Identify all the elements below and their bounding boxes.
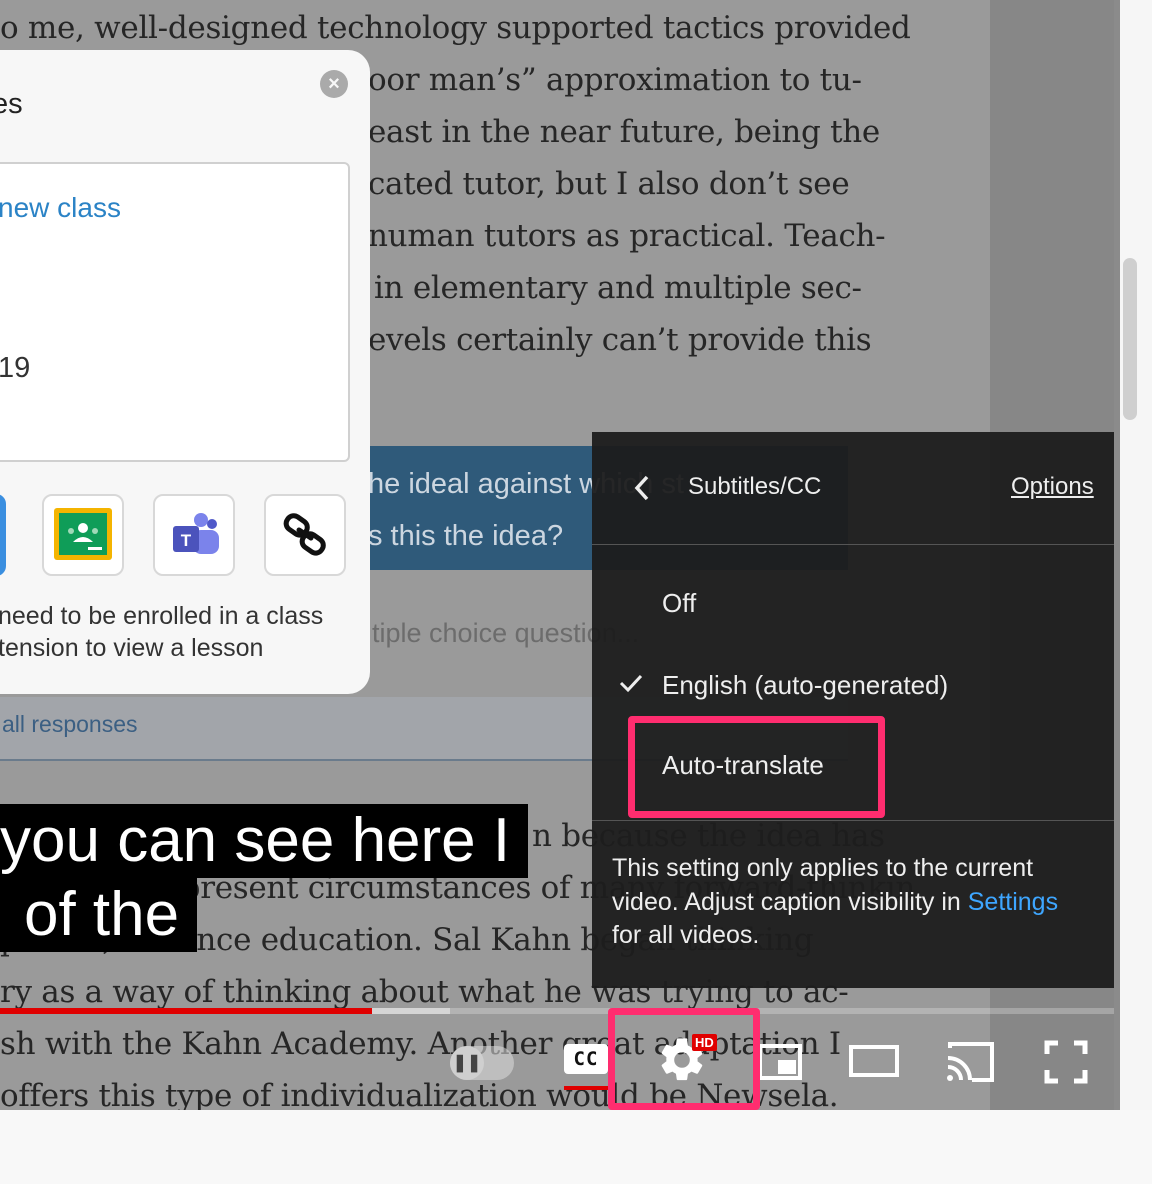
enroll-note: need to be enrolled in a class bbox=[0, 602, 324, 630]
menu-item-label: Off bbox=[662, 588, 697, 618]
all-responses-link[interactable]: all responses bbox=[2, 711, 138, 738]
caption-setting-note: This setting only applies to the current… bbox=[612, 852, 1102, 953]
svg-text:T: T bbox=[181, 531, 192, 550]
microsoft-teams-button[interactable]: T bbox=[153, 494, 235, 576]
new-class-link[interactable]: new class bbox=[0, 192, 121, 224]
miniplayer-button[interactable] bbox=[756, 1040, 804, 1084]
settings-button-highlight bbox=[608, 1008, 760, 1110]
class-entry[interactable]: 19 bbox=[0, 352, 30, 385]
menu-item-off[interactable]: Off bbox=[592, 560, 1114, 640]
menu-item-label: English (auto-generated) bbox=[662, 670, 949, 700]
miniplayer-icon bbox=[758, 1044, 802, 1080]
page-scrollbar[interactable] bbox=[1120, 0, 1152, 1110]
class-list: new class 19 bbox=[0, 162, 350, 462]
settings-link[interactable]: Settings bbox=[968, 888, 1058, 916]
menu-title: Subtitles/CC bbox=[688, 473, 822, 500]
enroll-note: tension to view a lesson bbox=[0, 634, 264, 662]
pause-icon: ❚❚ bbox=[450, 1046, 484, 1080]
document-line: oor man’s” approximation to tu- bbox=[368, 62, 862, 98]
close-icon[interactable]: × bbox=[320, 70, 348, 98]
share-lesson-popup: × es new class 19 T need to be enrolled … bbox=[0, 50, 370, 694]
cast-button[interactable] bbox=[944, 1040, 996, 1084]
caption-line: of the bbox=[0, 878, 198, 952]
document-line: in elementary and multiple sec- bbox=[374, 270, 862, 306]
copy-link-button[interactable] bbox=[264, 494, 346, 576]
document-line: cated tutor, but I also don’t see bbox=[368, 166, 850, 202]
cast-icon bbox=[947, 1042, 994, 1082]
theater-mode-button[interactable] bbox=[848, 1044, 900, 1078]
chevron-left-icon[interactable] bbox=[632, 474, 652, 502]
menu-header: Subtitles/CC Options bbox=[592, 432, 1114, 545]
note-text: for all videos. bbox=[612, 921, 760, 949]
subtitles-settings-menu: Subtitles/CC Options Off English (auto-g… bbox=[592, 432, 1114, 988]
auto-translate-highlight bbox=[628, 716, 885, 818]
cc-icon: CC bbox=[564, 1044, 608, 1074]
caption-line: you can see here I bbox=[0, 804, 529, 878]
copy-link-icon bbox=[283, 513, 326, 556]
subtitles-button[interactable]: CC bbox=[564, 1044, 608, 1078]
autoplay-toggle[interactable]: ❚❚ bbox=[450, 1046, 514, 1080]
document-line: evels certainly can’t provide this bbox=[368, 322, 872, 358]
fullscreen-button[interactable] bbox=[1044, 1040, 1088, 1084]
menu-divider bbox=[592, 820, 1114, 821]
fullscreen-icon bbox=[1044, 1040, 1088, 1084]
progress-played bbox=[0, 1008, 373, 1014]
checkmark-icon bbox=[619, 674, 643, 693]
subtitles-active-indicator bbox=[564, 1086, 608, 1090]
theater-mode-icon bbox=[849, 1045, 899, 1077]
share-option-button[interactable] bbox=[0, 494, 6, 576]
menu-item-english-auto[interactable]: English (auto-generated) bbox=[592, 642, 1114, 722]
scrollbar-thumb[interactable] bbox=[1123, 258, 1137, 420]
video-player[interactable]: o me, well-designed technology supported… bbox=[0, 0, 1138, 1110]
document-line: o me, well-designed technology supported… bbox=[0, 10, 911, 46]
options-link[interactable]: Options bbox=[1011, 473, 1094, 501]
document-line: numan tutors as practical. Teach- bbox=[368, 218, 886, 254]
popup-title: es bbox=[0, 88, 23, 120]
document-line: east in the near future, being the bbox=[368, 114, 880, 150]
google-classroom-icon bbox=[54, 508, 112, 560]
quiz-question-line: s this the idea? bbox=[368, 520, 564, 552]
microsoft-teams-icon: T bbox=[173, 513, 219, 554]
progress-bar[interactable] bbox=[0, 1008, 1114, 1014]
google-classroom-button[interactable] bbox=[42, 494, 124, 576]
